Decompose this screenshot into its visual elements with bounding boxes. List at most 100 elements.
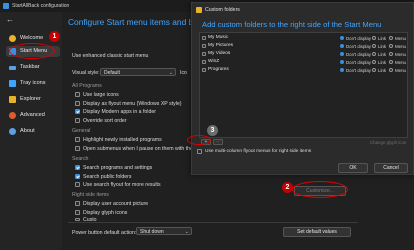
account-picture-checkbox[interactable] (75, 201, 80, 206)
sidebar-item-taskbar[interactable]: Taskbar (6, 62, 60, 73)
list-item[interactable]: My Music Don't display Link Menu (200, 35, 407, 42)
search-public-checkbox[interactable] (75, 174, 80, 179)
cancel-button[interactable]: Cancel (374, 163, 408, 173)
large-icons-label: Use large icons (83, 92, 119, 98)
folder-name: My Pictures (208, 43, 234, 48)
section-general: General (72, 128, 91, 134)
annotation-circle-start-menu (9, 43, 55, 59)
dont-display-radio[interactable] (340, 44, 344, 48)
link-label: Link (378, 60, 387, 65)
dont-display-radio[interactable] (340, 60, 344, 64)
search-flyout-checkbox[interactable] (75, 182, 80, 187)
change-glyph-link[interactable]: Change glyph icon (370, 140, 406, 145)
link-label: Link (378, 68, 387, 73)
link-radio[interactable] (372, 68, 376, 72)
sidebar-item-explorer[interactable]: Explorer (6, 94, 60, 105)
menu-label: Menu (395, 68, 406, 73)
flyout-label: Display as flyout menu (Windows XP style… (83, 101, 182, 107)
menu-label: Menu (395, 36, 406, 41)
divider (68, 222, 358, 223)
highlight-label: Highlight newly installed programs (83, 137, 162, 143)
glyph-icons-checkbox[interactable] (75, 210, 80, 215)
advanced-icon (9, 112, 16, 119)
account-picture-label: Display user account picture (83, 201, 149, 207)
link-label: Link (378, 52, 387, 57)
power-button-label: Power button default action: (72, 230, 137, 236)
folder-name: Programs (208, 67, 229, 72)
ok-button[interactable]: OK (338, 163, 368, 173)
dont-display-label: Don't display (346, 60, 371, 65)
annotation-circle-customize (292, 181, 348, 198)
folder-checkbox[interactable] (202, 36, 206, 40)
taskbar-icon (9, 66, 16, 70)
multi-column-label: Use multi-column flyout menus for right … (205, 149, 312, 154)
modern-apps-checkbox[interactable] (75, 109, 80, 114)
sidebar-item-tray-icons[interactable]: Tray icons (6, 78, 60, 89)
link-radio[interactable] (372, 44, 376, 48)
menu-radio[interactable] (389, 44, 393, 48)
list-item[interactable]: WinZ Don't display Link Menu (200, 59, 407, 66)
sort-order-checkbox[interactable] (75, 118, 80, 123)
link-radio[interactable] (372, 36, 376, 40)
dont-display-radio[interactable] (340, 68, 344, 72)
menu-radio[interactable] (389, 52, 393, 56)
folder-checkbox[interactable] (202, 52, 206, 56)
set-defaults-button[interactable]: Set default values (283, 227, 351, 237)
visual-style-label: Visual style: (72, 70, 100, 76)
custom-checkbox[interactable] (75, 218, 80, 221)
folder-list: My Music Don't display Link Menu My Pict… (199, 32, 408, 138)
menu-radio[interactable] (389, 68, 393, 72)
chevron-down-icon: ⌄ (168, 70, 173, 76)
power-button-select[interactable]: Shut down ⌄ (136, 227, 192, 235)
dont-display-label: Don't display (346, 36, 371, 41)
menu-radio[interactable] (389, 60, 393, 64)
sidebar-item-label: Welcome (20, 35, 44, 41)
submenu-checkbox[interactable] (75, 146, 80, 151)
link-radio[interactable] (372, 52, 376, 56)
folder-checkbox[interactable] (202, 60, 206, 64)
dont-display-radio[interactable] (340, 36, 344, 40)
app-icon (3, 3, 9, 9)
sidebar-item-label: Taskbar (20, 64, 40, 70)
highlight-checkbox[interactable] (75, 137, 80, 142)
classic-menu-label: Use enhanced classic start menu (72, 53, 149, 59)
page-title: Configure Start menu items and behav (68, 17, 212, 27)
section-all-programs: All Programs (72, 83, 102, 89)
search-programs-checkbox[interactable] (75, 165, 80, 170)
visual-style-select[interactable]: Default ⌄ (100, 68, 176, 76)
remove-folder-button[interactable]: − (213, 139, 223, 145)
annotation-circle-add (187, 135, 211, 145)
folder-name: My Videos (208, 51, 231, 56)
list-item[interactable]: Programs Don't display Link Menu (200, 67, 407, 74)
icon-label: Ico (180, 70, 187, 76)
custom-label: Custo (83, 217, 97, 221)
dialog-icon (196, 7, 202, 13)
annotation-marker-2: 2 (282, 182, 293, 193)
multi-column-checkbox[interactable] (197, 149, 202, 154)
dont-display-radio[interactable] (340, 52, 344, 56)
link-radio[interactable] (372, 60, 376, 64)
submenu-label: Open submenus when I pause on them with … (83, 146, 199, 152)
section-search: Search (72, 156, 89, 162)
back-arrow-icon[interactable]: ← (6, 15, 14, 24)
sidebar-item-about[interactable]: About (6, 126, 60, 137)
menu-label: Menu (395, 52, 406, 57)
power-button-value: Shut down (140, 229, 164, 235)
menu-radio[interactable] (389, 36, 393, 40)
flyout-checkbox[interactable] (75, 101, 80, 106)
large-icons-checkbox[interactable] (75, 92, 80, 97)
dialog-heading: Add custom folders to the right side of … (202, 20, 382, 29)
section-right-side: Right side items (72, 192, 109, 198)
window-title: StartAllBack configuration (12, 3, 70, 9)
folder-name: My Music (208, 35, 229, 40)
search-public-label: Search public folders (83, 174, 132, 180)
list-item[interactable]: My Videos Don't display Link Menu (200, 51, 407, 58)
menu-label: Menu (395, 44, 406, 49)
list-item[interactable]: My Pictures Don't display Link Menu (200, 43, 407, 50)
sidebar-item-advanced[interactable]: Advanced (6, 110, 60, 121)
folder-checkbox[interactable] (202, 44, 206, 48)
folder-checkbox[interactable] (202, 68, 206, 72)
sidebar-item-label: Advanced (20, 112, 45, 118)
folder-name: WinZ (208, 59, 220, 64)
sidebar-item-label: About (20, 128, 35, 134)
